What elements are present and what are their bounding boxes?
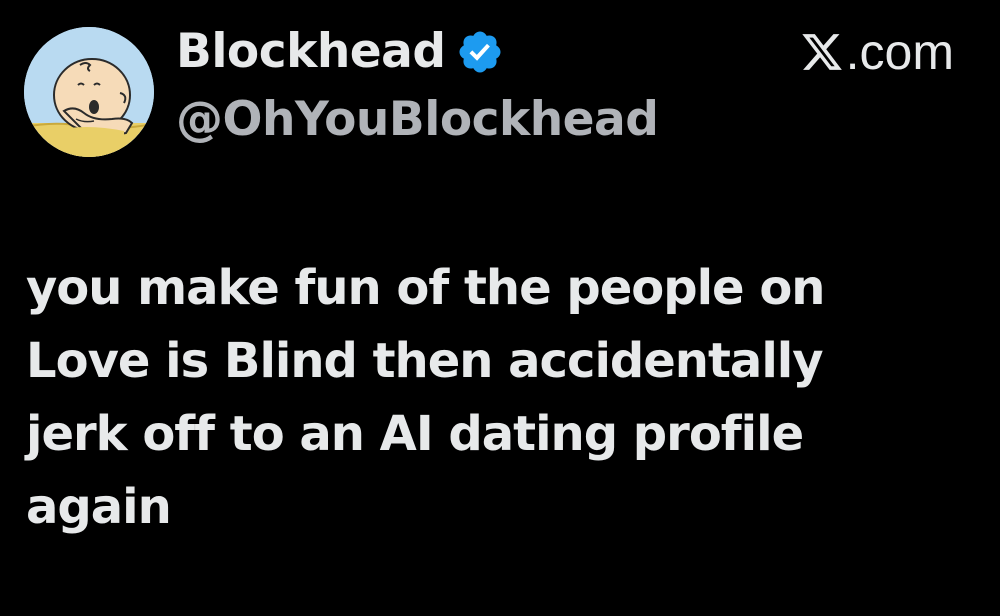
source-label: .com — [800, 24, 954, 80]
tweet-card: Blockhead @OhYouBlockhead .com you make … — [0, 0, 1000, 616]
tweet-text: you make fun of the people on Love is Bl… — [26, 252, 976, 544]
avatar[interactable] — [24, 27, 154, 157]
tweet-line: you make fun of the people on — [26, 260, 825, 316]
author-handle[interactable]: @OhYouBlockhead — [176, 90, 659, 150]
charlie-brown-avatar-icon — [24, 27, 154, 157]
tweet-line: Love is Blind then accidentally — [26, 333, 824, 389]
source-domain-suffix: .com — [845, 24, 954, 80]
display-name-row: Blockhead — [176, 22, 504, 82]
tweet-line: jerk off to an AI dating profile — [26, 406, 804, 462]
verified-badge-icon — [459, 31, 501, 73]
display-name[interactable]: Blockhead — [176, 22, 446, 82]
x-logo-icon — [801, 34, 842, 70]
tweet-line: again — [26, 479, 172, 535]
